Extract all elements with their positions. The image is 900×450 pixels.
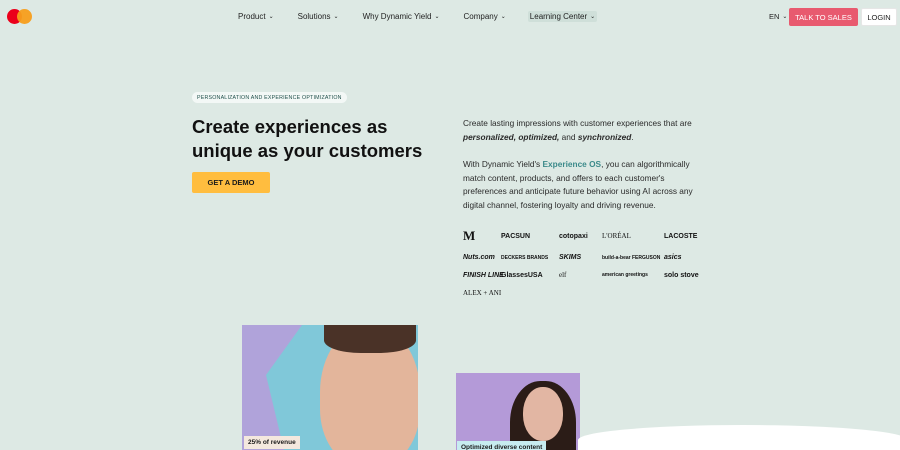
logo-finish-line: FINISH LINE	[463, 271, 504, 279]
decorative-wave	[578, 425, 900, 450]
hero-paragraph-2: With Dynamic Yield's Experience OS, you …	[463, 159, 693, 210]
customer-photo-man	[242, 325, 418, 450]
customer-logos: M PACSUN cotopaxi L'ORÉAL LACOSTE Nuts.c…	[463, 228, 708, 297]
nav-why-dynamic-yield[interactable]: Why Dynamic Yield ⌄	[363, 11, 440, 22]
chevron-down-icon: ⌄	[268, 14, 274, 20]
logo-nuts: Nuts.com	[463, 254, 495, 261]
logo-loreal: L'ORÉAL	[602, 232, 631, 240]
language-selector[interactable]: EN ⌄	[769, 12, 787, 21]
hero-eyebrow-tag: PERSONALIZATION AND EXPERIENCE OPTIMIZAT…	[192, 92, 347, 103]
logo-lacoste: LACOSTE	[664, 232, 698, 240]
logo-skims: SKIMS	[559, 254, 582, 261]
logo-build-a-bear-ferguson: build-a-bear FERGUSON	[602, 254, 661, 261]
stat-badge: 25% of revenue	[244, 436, 300, 449]
experience-os-link[interactable]: Experience OS	[543, 159, 602, 169]
logo-solo-stove: solo stove	[664, 271, 699, 279]
logo-alex-and-ani: ALEX + ANI	[463, 289, 502, 297]
logo-asics: asics	[664, 254, 682, 261]
login-button[interactable]: LOGIN	[861, 8, 897, 26]
chevron-down-icon: ⌄	[434, 14, 440, 20]
chevron-down-icon: ⌄	[500, 14, 506, 20]
nav-links: Product ⌄ Solutions ⌄ Why Dynamic Yield ⌄ C…	[238, 11, 621, 22]
nav-learning-center[interactable]: Learning Center ⌄	[527, 11, 598, 22]
feature-badge: Optimized diverse content	[457, 441, 547, 450]
logo-glassesusa: GlassesUSA	[501, 271, 543, 279]
mastercard-logo[interactable]	[7, 9, 33, 24]
chevron-down-icon: ⌄	[782, 14, 788, 20]
hero-headline: Create experiences as unique as your cus…	[192, 116, 423, 161]
hero-copy: Create lasting impressions with customer…	[463, 117, 708, 227]
customer-photo-woman	[456, 373, 580, 450]
nav-product[interactable]: Product ⌄	[238, 11, 274, 22]
nav-company[interactable]: Company ⌄	[464, 11, 506, 22]
top-nav: Product ⌄ Solutions ⌄ Why Dynamic Yield ⌄ C…	[0, 0, 900, 32]
logo-mcdonalds: M	[463, 228, 476, 243]
logo-elf: elf	[559, 271, 567, 279]
logo-cotopaxi: cotopaxi	[559, 232, 588, 240]
logo-american-greetings: american greetings	[602, 272, 648, 278]
talk-to-sales-button[interactable]: TALK TO SALES	[789, 8, 858, 26]
get-a-demo-button[interactable]: GET A DEMO	[192, 172, 270, 193]
hero-paragraph-1: Create lasting impressions with customer…	[463, 118, 692, 142]
logo-deckers: DECKERS BRANDS	[501, 254, 549, 261]
logo-pacsun: PACSUN	[501, 232, 531, 240]
chevron-down-icon: ⌄	[333, 14, 339, 20]
nav-solutions[interactable]: Solutions ⌄	[298, 11, 339, 22]
chevron-down-icon: ⌄	[590, 14, 596, 20]
